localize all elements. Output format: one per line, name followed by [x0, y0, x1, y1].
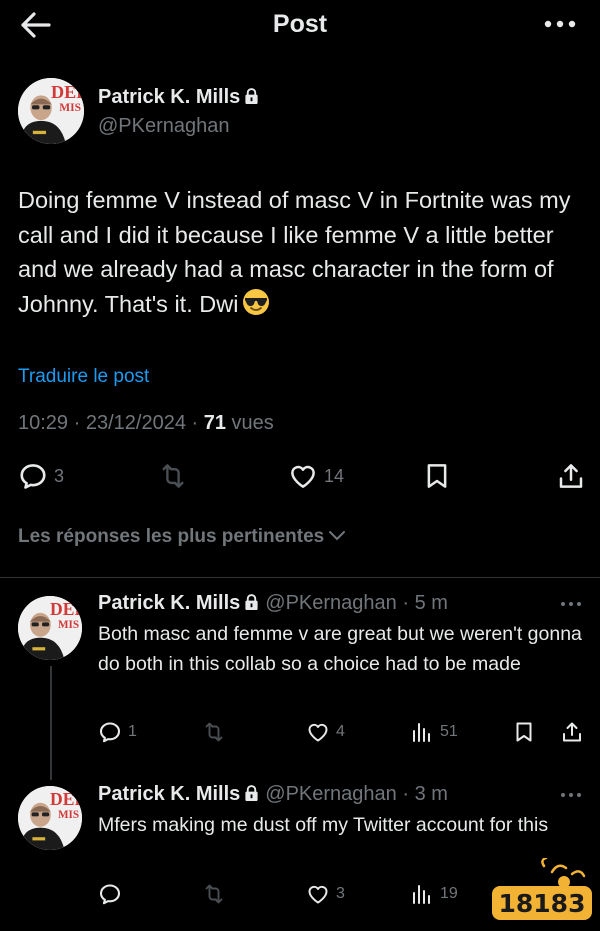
reply-sort-dropdown[interactable]: Les réponses les plus pertinentes [18, 526, 346, 548]
reply-author-handle[interactable]: @PKernaghan [265, 783, 397, 805]
top-bar: Post [0, 0, 600, 52]
post-text: Doing femme V instead of masc V in Fortn… [18, 183, 588, 321]
bookmark-icon [422, 461, 452, 491]
reply-icon [98, 882, 122, 906]
share-icon [556, 461, 586, 491]
views-icon [410, 882, 434, 906]
watermark-text: 18183 [499, 889, 586, 918]
reply-text: Mfers making me dust off my Twitter acco… [98, 814, 549, 836]
like-count: 14 [324, 465, 345, 486]
divider [0, 577, 600, 578]
retweet-icon [202, 882, 226, 906]
reply-avatar[interactable] [18, 786, 82, 850]
author-line: Patrick K. Mills [98, 86, 265, 109]
translate-link[interactable]: Traduire le post [18, 366, 149, 388]
reply-button[interactable]: 3 [18, 461, 64, 491]
avatar[interactable] [18, 78, 84, 144]
heart-icon [306, 882, 330, 906]
views-icon [410, 720, 434, 744]
reply-like-button[interactable]: 3 [306, 882, 345, 906]
page-title: Post [272, 10, 328, 38]
like-button[interactable]: 14 [288, 461, 344, 491]
reply-views-button[interactable]: 51 [410, 720, 458, 744]
lock-icon [244, 594, 259, 611]
share-icon [560, 720, 584, 744]
reply-like-count: 4 [336, 723, 345, 740]
reply-like-button[interactable]: 4 [306, 720, 345, 744]
reply-bookmark-button[interactable] [512, 720, 536, 744]
reply-share-button[interactable] [560, 720, 584, 744]
reply-author-handle[interactable]: @PKernaghan [265, 592, 397, 614]
post-body: Doing femme V instead of masc V in Fortn… [18, 187, 571, 317]
bookmark-button[interactable] [422, 461, 452, 491]
reply-more-icon[interactable] [560, 791, 582, 799]
reply-reply-button[interactable] [98, 882, 122, 906]
watermark-logo: 18183 [492, 858, 592, 920]
reply-author-name[interactable]: Patrick K. Mills [98, 783, 240, 805]
share-button[interactable] [556, 461, 586, 491]
retweet-button[interactable] [158, 461, 188, 491]
heart-icon [306, 720, 330, 744]
post-time: 10:29 [18, 412, 69, 434]
post-meta: 10:29 · 23/12/2024 · 71 vues [18, 412, 274, 434]
post-date: 23/12/2024 [85, 412, 186, 434]
lock-icon [244, 785, 259, 802]
reply-retweet-button[interactable] [202, 720, 226, 744]
reply-icon [98, 720, 122, 744]
reply-reply-button[interactable]: 1 [98, 720, 137, 744]
reply-sort-label: Les réponses les plus pertinentes [18, 526, 325, 547]
reply-like-count: 3 [336, 885, 345, 902]
author-name[interactable]: Patrick K. Mills [98, 86, 240, 108]
views-label: vues [231, 412, 274, 434]
reply-time: 5 m [414, 592, 448, 614]
author-handle[interactable]: @PKernaghan [98, 115, 230, 138]
more-options-icon[interactable] [542, 14, 578, 34]
bookmark-icon [512, 720, 536, 744]
reply-views-button[interactable]: 19 [410, 882, 458, 906]
reply-author-line: Patrick K. Mills @PKernaghan · 3 m [98, 783, 448, 805]
reply-time: 3 m [414, 783, 448, 805]
thread-line [50, 666, 52, 780]
reply-icon [18, 461, 48, 491]
views-count: 71 [203, 412, 226, 434]
reply-avatar[interactable] [18, 596, 82, 660]
reply-author-name[interactable]: Patrick K. Mills [98, 592, 240, 614]
reply-retweet-button[interactable] [202, 882, 226, 906]
retweet-icon [158, 461, 188, 491]
reply-reply-count: 1 [128, 723, 137, 740]
reply-text: Both masc and femme v are great but we w… [98, 623, 582, 675]
chevron-down-icon [329, 531, 346, 541]
reply-count: 3 [54, 465, 65, 486]
sunglasses-emoji-icon [243, 288, 270, 315]
reply-more-icon[interactable] [560, 600, 582, 608]
lock-icon [244, 88, 259, 105]
heart-icon [288, 461, 318, 491]
retweet-icon [202, 720, 226, 744]
reply-views-count: 51 [440, 723, 458, 740]
reply-views-count: 19 [440, 885, 458, 902]
reply-author-line: Patrick K. Mills @PKernaghan · 5 m [98, 592, 448, 614]
